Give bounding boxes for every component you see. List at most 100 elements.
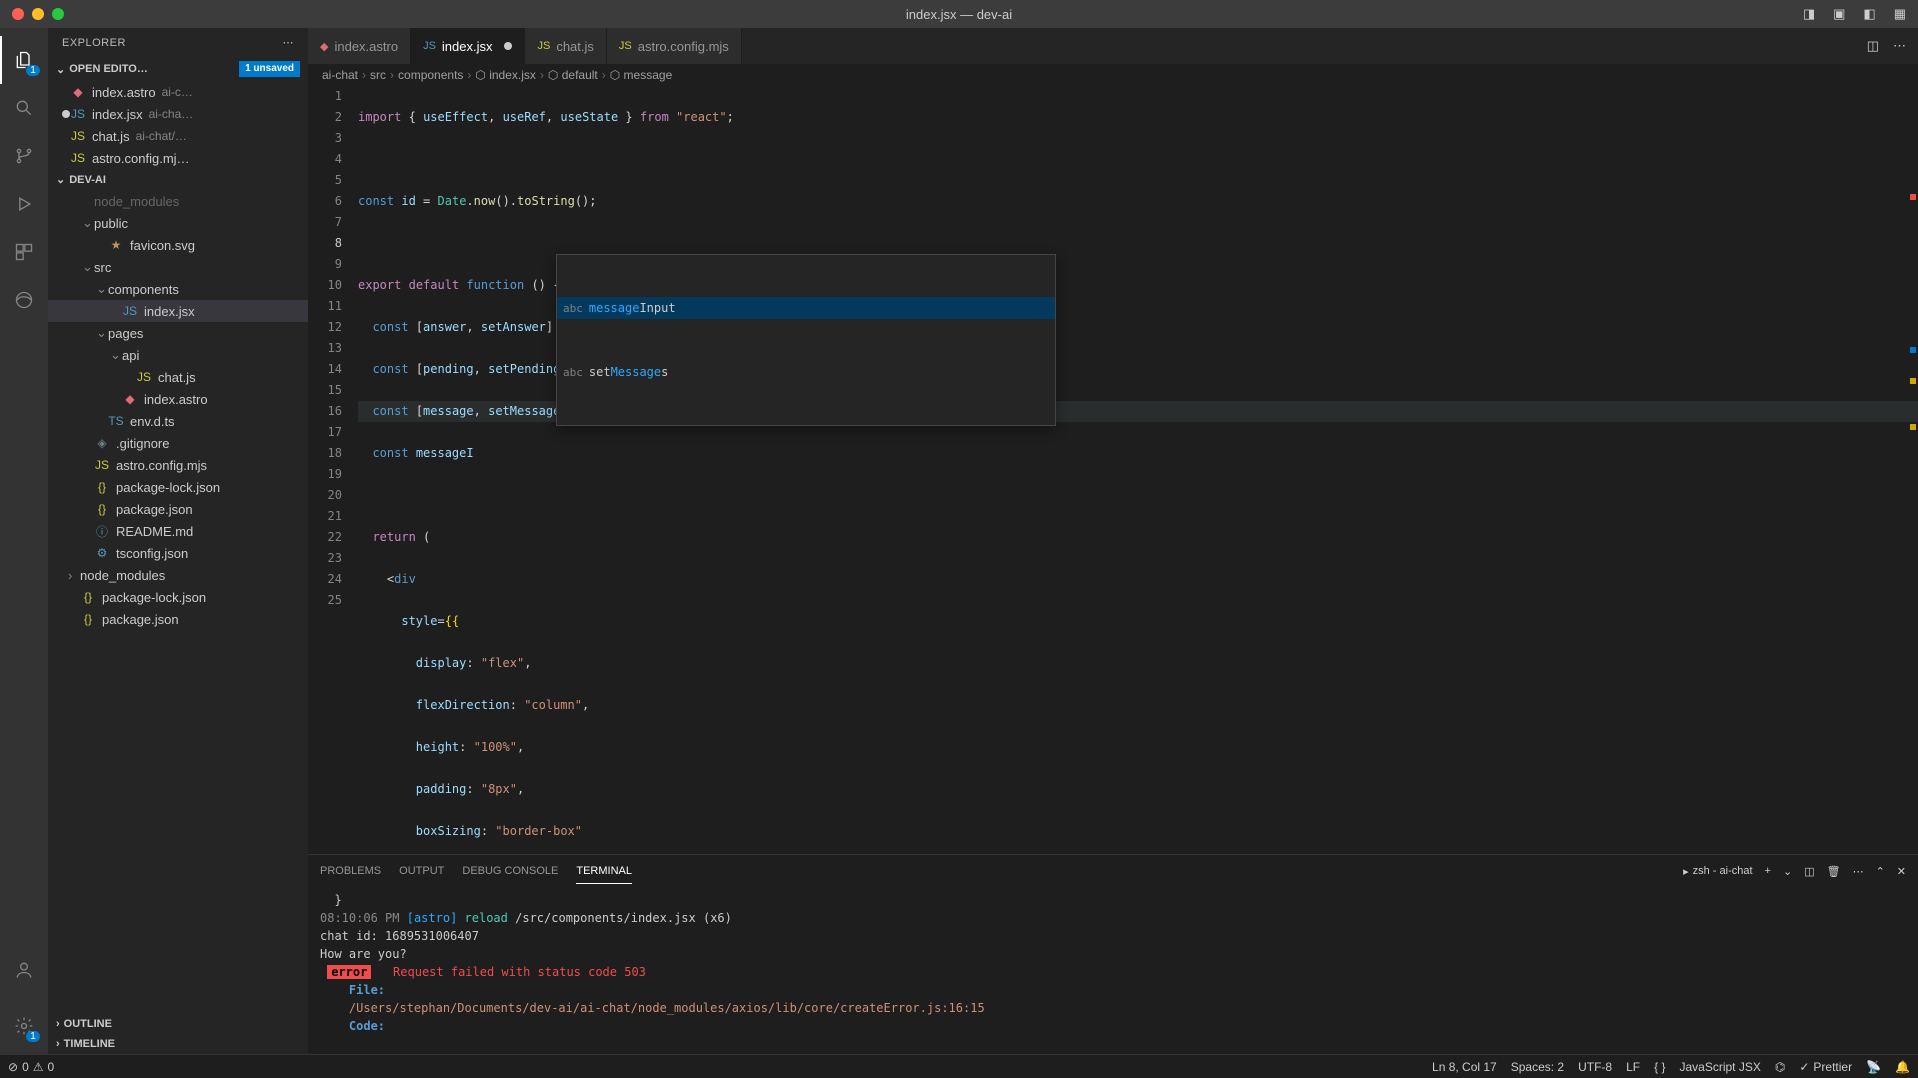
tree-item[interactable]: {}package.json (48, 608, 308, 630)
editor-tab[interactable]: JS astro.config.mjs (607, 28, 742, 64)
panel-tab-problems[interactable]: PROBLEMS (320, 859, 381, 883)
editor-tab[interactable]: ◆ index.astro (308, 28, 411, 64)
status-feedback-icon[interactable]: 📡 (1866, 1060, 1881, 1074)
customize-layout-icon[interactable]: ▦ (1894, 6, 1906, 22)
kill-terminal-icon[interactable]: 🗑 (1827, 865, 1841, 878)
editor-tab[interactable]: JS chat.js (525, 28, 606, 64)
tab-label: chat.js (556, 39, 594, 54)
chevron-down-icon: ⌄ (56, 173, 65, 186)
tree-item[interactable]: {}package.json (48, 498, 308, 520)
more-terminal-icon[interactable]: ⋯ (1853, 865, 1864, 878)
open-editor-item[interactable]: JS index.jsx ai-cha… (48, 103, 308, 125)
line-number: 3 (308, 128, 342, 149)
activity-settings[interactable]: 1 (0, 1002, 48, 1050)
title-layout-icons: ◨ ▣ ◧ ▦ (1803, 6, 1918, 22)
split-editor-icon[interactable]: ◫ (1867, 38, 1879, 54)
tree-item[interactable]: ★favicon.svg (48, 234, 308, 256)
sidebar-more-icon[interactable]: ⋯ (283, 36, 295, 49)
line-number: 9 (308, 254, 342, 275)
terminal-profile-selector[interactable]: ▸ zsh - ai-chat (1683, 865, 1752, 878)
titlebar: index.jsx — dev-ai ◨ ▣ ◧ ▦ (0, 0, 1918, 28)
outline-section[interactable]: › OUTLINE (48, 1014, 308, 1034)
status-eol[interactable]: LF (1626, 1060, 1640, 1074)
chevron-right-icon: › (56, 1018, 60, 1030)
tree-item[interactable]: ⌄components (48, 278, 308, 300)
close-window-button[interactable] (12, 8, 24, 20)
status-encoding[interactable]: UTF-8 (1578, 1060, 1612, 1074)
status-bell-icon[interactable]: 🔔 (1895, 1060, 1910, 1074)
open-editors-section[interactable]: ⌄ OPEN EDITO… 1 unsaved (48, 57, 308, 81)
terminal-content[interactable]: } 08:10:06 PM [astro] reload /src/compon… (308, 887, 1918, 1054)
explorer-badge: 1 (26, 65, 40, 76)
terminal-dropdown-icon[interactable]: ⌄ (1783, 865, 1792, 878)
tree-item[interactable]: JSindex.jsx (48, 300, 308, 322)
intellisense-popup[interactable]: abc messageInput abc setMessages (556, 254, 1056, 426)
activity-search[interactable] (0, 84, 48, 132)
tree-item[interactable]: {}package-lock.json (48, 476, 308, 498)
code-content[interactable]: import { useEffect, useRef, useState } f… (358, 86, 1918, 854)
editor-tab[interactable]: JS index.jsx (411, 28, 525, 64)
editor-body[interactable]: 1234567891011121314151617181920212223242… (308, 86, 1918, 854)
breadcrumb-separator-icon: › (467, 68, 471, 82)
tree-item[interactable]: JSastro.config.mjs (48, 454, 308, 476)
panel-tab-terminal[interactable]: TERMINAL (576, 859, 632, 884)
tree-item[interactable]: ⌄pages (48, 322, 308, 344)
status-language[interactable]: JavaScript JSX (1679, 1060, 1760, 1074)
activity-extensions[interactable] (0, 228, 48, 276)
breadcrumb-segment[interactable]: ⬡ default (548, 68, 598, 82)
split-terminal-icon[interactable]: ◫ (1804, 865, 1814, 878)
file-tree: node_modules⌄public★favicon.svg⌄src⌄comp… (48, 190, 308, 1014)
tree-item[interactable]: ⓘREADME.md (48, 520, 308, 542)
close-panel-icon[interactable]: ✕ (1897, 865, 1906, 878)
tree-item[interactable]: ⌄public (48, 212, 308, 234)
toggle-secondary-sidebar-icon[interactable]: ◧ (1863, 6, 1875, 22)
new-terminal-icon[interactable]: + (1765, 865, 1771, 877)
toggle-primary-sidebar-icon[interactable]: ◨ (1803, 6, 1815, 22)
status-indentation[interactable]: Spaces: 2 (1511, 1060, 1564, 1074)
activity-explorer[interactable]: 1 (0, 36, 48, 84)
breadcrumb-segment[interactable]: ⬡ message (610, 68, 673, 82)
suggest-item[interactable]: abc messageInput (557, 297, 1055, 319)
open-editor-item[interactable]: JS chat.js ai-chat/… (48, 125, 308, 147)
chevron-icon: ⌄ (110, 347, 122, 363)
maximize-window-button[interactable] (52, 8, 64, 20)
activity-source-control[interactable] (0, 132, 48, 180)
tree-item[interactable]: ⚙tsconfig.json (48, 542, 308, 564)
activity-edge-tools[interactable] (0, 276, 48, 324)
project-section[interactable]: ⌄ DEV-AI (48, 169, 308, 190)
tree-item[interactable]: ◆index.astro (48, 388, 308, 410)
maximize-panel-icon[interactable]: ⌃ (1876, 865, 1885, 878)
activity-account[interactable] (0, 946, 48, 994)
tree-item[interactable]: JSchat.js (48, 366, 308, 388)
minimize-window-button[interactable] (32, 8, 44, 20)
tree-item[interactable]: TSenv.d.ts (48, 410, 308, 432)
breadcrumb[interactable]: ai-chat›src›components›⬡ index.jsx›⬡ def… (308, 64, 1918, 86)
status-errors[interactable]: ⊘ 0 ⚠ 0 (8, 1060, 54, 1074)
open-editor-item[interactable]: ◆ index.astro ai-c… (48, 81, 308, 103)
more-actions-icon[interactable]: ⋯ (1893, 38, 1906, 54)
breadcrumb-segment[interactable]: ⬡ index.jsx (475, 68, 536, 82)
panel-tab-output[interactable]: OUTPUT (399, 859, 444, 883)
breadcrumb-segment[interactable]: components (398, 68, 463, 82)
tree-item[interactable]: node_modules (48, 190, 308, 212)
toggle-panel-icon[interactable]: ▣ (1833, 6, 1845, 22)
status-copilot-icon[interactable]: ⌬ (1775, 1060, 1785, 1074)
overview-ruler[interactable] (1904, 86, 1918, 854)
status-prettier[interactable]: ✓ Prettier (1799, 1060, 1852, 1074)
status-braces[interactable]: { } (1654, 1060, 1665, 1074)
branch-icon (14, 146, 34, 166)
tree-item[interactable]: {}package-lock.json (48, 586, 308, 608)
breadcrumb-segment[interactable]: ai-chat (322, 68, 358, 82)
tree-item[interactable]: ⌄api (48, 344, 308, 366)
panel-tab-debug-console[interactable]: DEBUG CONSOLE (462, 859, 558, 883)
tree-item[interactable]: ›node_modules (48, 564, 308, 586)
tree-item[interactable]: ⌄src (48, 256, 308, 278)
tree-item[interactable]: ◈.gitignore (48, 432, 308, 454)
line-number: 11 (308, 296, 342, 317)
activity-run-debug[interactable] (0, 180, 48, 228)
timeline-section[interactable]: › TIMELINE (48, 1034, 308, 1054)
breadcrumb-segment[interactable]: src (370, 68, 386, 82)
open-editor-item[interactable]: JS astro.config.mj… (48, 147, 308, 169)
status-cursor-position[interactable]: Ln 8, Col 17 (1432, 1060, 1497, 1074)
suggest-item[interactable]: abc setMessages (557, 361, 1055, 383)
